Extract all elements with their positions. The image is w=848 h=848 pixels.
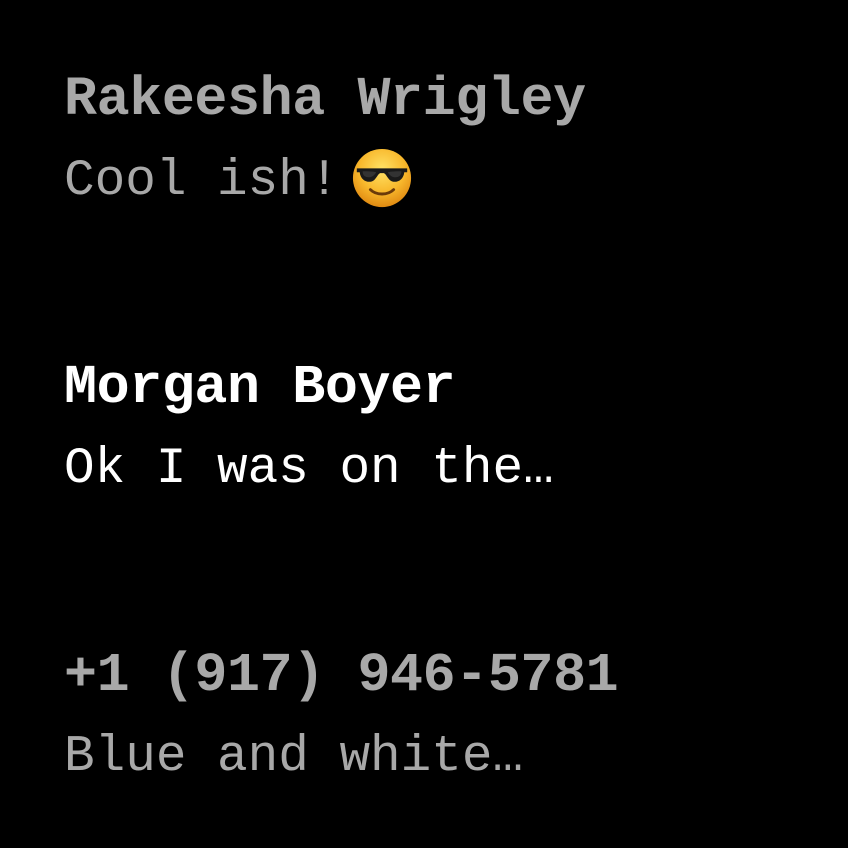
conversation-sender: Rakeesha Wrigley [64,68,586,131]
conversation-item-phone-number[interactable]: +1 (917) 946-5781 Blue and white… [64,644,834,788]
conversation-preview-text: Ok I was on the… [64,441,554,498]
conversation-item-rakeesha-wrigley[interactable]: Rakeesha Wrigley Cool ish! [64,68,834,212]
conversation-item-morgan-boyer[interactable]: Morgan Boyer Ok I was on the… [64,356,834,500]
conversation-preview: Cool ish! [64,148,834,212]
conversation-sender: Morgan Boyer [64,356,456,419]
conversation-preview: Ok I was on the… [64,440,834,500]
conversation-preview-text: Blue and white… [64,729,524,786]
conversation-sender: +1 (917) 946-5781 [64,644,619,707]
conversation-preview-text: Cool ish! [64,153,340,210]
sunglasses-emoji-icon [351,147,413,209]
conversation-preview: Blue and white… [64,728,834,788]
